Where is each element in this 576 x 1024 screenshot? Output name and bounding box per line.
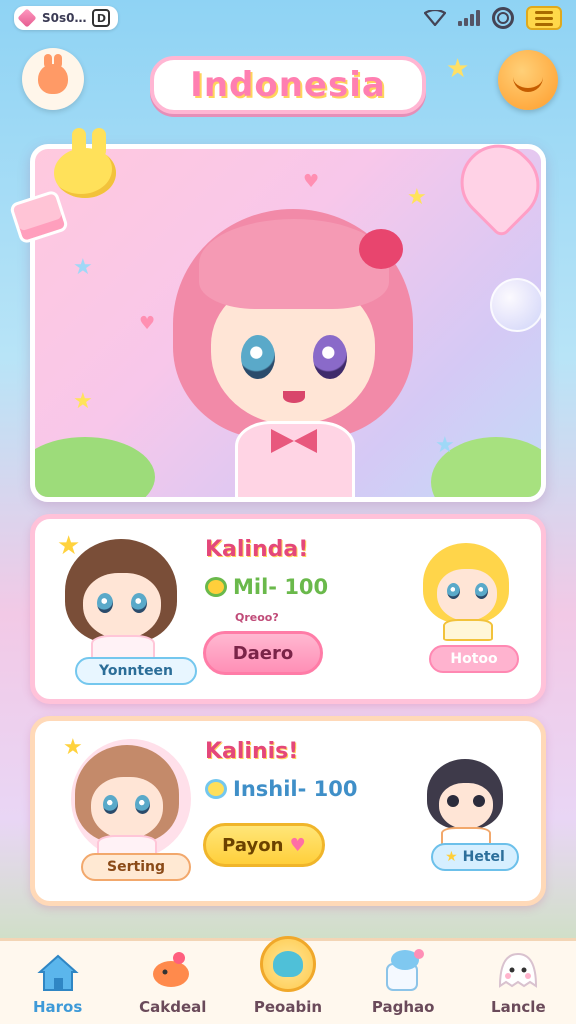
currency-text: S0s0… (42, 11, 87, 25)
yellow-bunny-icon (44, 128, 120, 200)
page-title: Indonesia (150, 56, 426, 114)
target-icon[interactable] (492, 7, 514, 29)
friend-stat: Inshil- 100 (205, 777, 357, 801)
signal-icon (458, 10, 480, 26)
main-character (163, 159, 423, 497)
friend-avatar-secondary[interactable] (419, 537, 519, 647)
nav-item-center[interactable]: Peoabin (238, 936, 338, 1016)
friend-stat-text: Inshil- 100 (233, 777, 358, 801)
smile-icon (513, 76, 543, 92)
nav-item-lancle[interactable]: Lancle (468, 946, 568, 1016)
currency-badge: D (92, 9, 111, 27)
friend-subtext: Qreoo? (235, 611, 279, 624)
currency-pill[interactable]: S0s0… D (14, 6, 119, 30)
star-icon: ★ (73, 389, 93, 414)
daero-button[interactable]: Daero (203, 631, 323, 675)
friend-name-tag: Serting (81, 853, 191, 881)
friend-secondary-tag-label: Hetel (462, 849, 505, 865)
gem-icon (17, 8, 37, 28)
star-icon: ★ (57, 531, 81, 561)
friend-avatar[interactable]: ★ (57, 731, 197, 871)
payon-label: Payon (222, 835, 284, 856)
heart-icon (205, 577, 227, 597)
profile-button[interactable] (22, 48, 84, 110)
friend-name: Kalinda! (205, 537, 309, 562)
nav-item-home[interactable]: Haros (8, 950, 108, 1016)
nav-item-paghao[interactable]: Paghao (353, 946, 453, 1016)
friend-secondary-tag[interactable]: Hotoo (429, 645, 519, 673)
friend-name: Kalinis! (205, 739, 299, 764)
star-icon: ★ (63, 735, 83, 760)
nav-label: Paghao (371, 998, 435, 1016)
friend-name-tag: Yonnteen (75, 657, 197, 685)
fish-icon (152, 952, 189, 987)
center-creature-icon (259, 936, 316, 992)
friend-avatar-secondary[interactable] (419, 739, 519, 849)
heart-creature-icon (444, 128, 560, 240)
friend-stat: Mil- 100 (205, 575, 328, 599)
wifi-icon (424, 10, 446, 26)
heart-icon: ♥ (139, 313, 156, 334)
star-icon: ★ (446, 54, 470, 84)
star-icon: ★ (435, 433, 455, 458)
heart-icon: ♥ (289, 835, 306, 856)
friend-avatar[interactable]: ★ (57, 529, 197, 669)
nav-label: Lancle (491, 998, 546, 1016)
status-bar: S0s0… D (0, 0, 576, 36)
ghost-icon (499, 952, 538, 988)
friend-card[interactable]: ★ Serting Kalinis! Inshil- 100 Payon ♥ ★… (30, 716, 546, 906)
flower-clip-icon (359, 229, 403, 269)
home-icon (36, 954, 79, 991)
mood-button[interactable] (498, 50, 558, 110)
nav-label: Peoabin (253, 998, 323, 1016)
star-icon: ★ (73, 255, 93, 280)
heart-icon (205, 779, 227, 799)
header: Indonesia ★ (0, 44, 576, 120)
nav-label: Haros (32, 998, 83, 1016)
jar-icon (386, 949, 425, 991)
friend-secondary-tag[interactable]: ★ Hetel (431, 843, 519, 871)
star-icon: ★ (445, 849, 463, 865)
bubble-icon (490, 278, 544, 332)
friend-stat-text: Mil- 100 (233, 575, 329, 599)
friend-card[interactable]: ★ Yonnteen Kalinda! Mil- 100 Qreoo? Daer… (30, 514, 546, 704)
bottom-navigation: Haros Cakdeal Peoabin Paghao Lancle (0, 936, 576, 1024)
nav-item-cakdeal[interactable]: Cakdeal (123, 946, 223, 1016)
nav-label: Cakdeal (139, 998, 207, 1016)
bunny-icon (38, 54, 68, 94)
payon-button[interactable]: Payon ♥ (203, 823, 325, 867)
menu-button[interactable] (526, 6, 562, 30)
